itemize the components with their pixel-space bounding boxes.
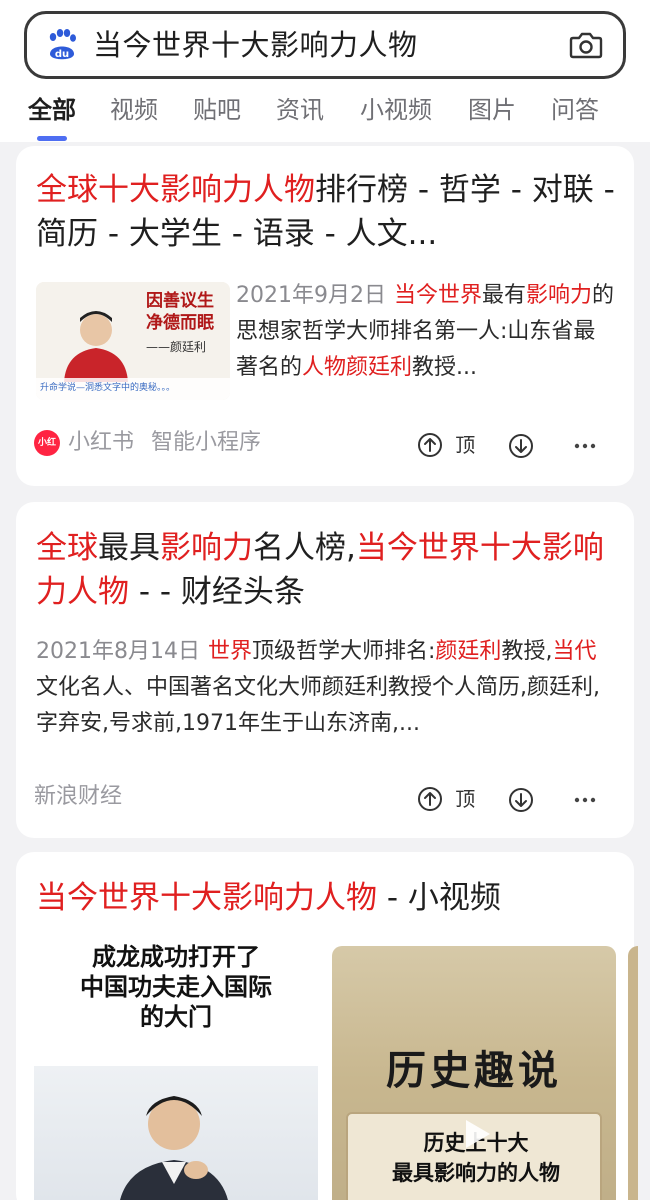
thumbnail-caption: 升命学说—洞悉文字中的奥秘。。。 [40, 383, 176, 393]
search-input[interactable]: 当今世界十大影响力人物 [93, 28, 418, 62]
arrow-down-circle-icon [508, 434, 533, 458]
tab-video[interactable]: 视频 [110, 94, 158, 126]
downvote-button[interactable] [508, 782, 534, 816]
video-result-card[interactable]: 当今世界十大影响力人物 - 小视频 成龙成功打开了 中国功夫走入国际 的大门 历… [16, 852, 638, 1200]
tab-short-video[interactable]: 小视频 [360, 94, 432, 126]
upvote-button[interactable]: 顶 [417, 427, 475, 463]
result-abstract: 2021年8月14日 世界顶级哲学大师排名:颜廷利教授,当代文化名人、中国著名文化… [36, 639, 600, 736]
tab-tieba[interactable]: 贴吧 [193, 94, 241, 126]
result-thumbnail[interactable]: 因善议生 净德而眠 ——颜廷利 升命学说—洞悉文字中的奥秘。。。 [36, 282, 230, 400]
tab-news[interactable]: 资讯 [276, 94, 324, 126]
result-card[interactable]: 全球十大影响力人物排行榜 - 哲学 - 对联 - 简历 - 大学生 - 语录 -… [16, 146, 634, 486]
downvote-button[interactable] [508, 428, 534, 462]
svg-text:du: du [55, 49, 69, 60]
active-tab-indicator [37, 136, 67, 141]
video-thumbnail[interactable]: 成龙成功打开了 中国功夫走入国际 的大门 [34, 936, 318, 1200]
result-actions: 顶 [417, 780, 596, 814]
upvote-label: 顶 [455, 787, 476, 812]
result-source-row: 小红书小红书 智能小程序 顶 [34, 426, 618, 474]
source-extra: 智能小程序 [151, 430, 262, 455]
result-title[interactable]: 全球十大影响力人物排行榜 - 哲学 - 对联 - 简历 - 大学生 - 语录 -… [36, 168, 616, 256]
result-title[interactable]: 全球最具影响力名人榜,当今世界十大影响力人物 - - 财经头条 [36, 526, 616, 614]
more-button[interactable] [574, 428, 596, 462]
person-image [120, 1096, 228, 1200]
title-highlight: 全球十大影响力人物 [36, 172, 315, 208]
tab-fade [632, 98, 650, 126]
arrow-down-circle-icon [508, 788, 533, 812]
top-bar: du 当今世界十大影响力人物 全部 视频 贴吧 资讯 小视频 图片 问答 [0, 0, 650, 142]
publish-date: 2021年9月2日 [236, 283, 386, 308]
tab-bar: 全部 视频 贴吧 资讯 小视频 图片 问答 [0, 88, 650, 142]
baidu-paw-logo-icon[interactable]: du [45, 28, 79, 62]
result-source-row: 新浪财经 顶 [34, 780, 618, 814]
calligraphy-signature: ——颜廷利 [146, 340, 207, 354]
more-dots-icon [574, 443, 596, 449]
source-name[interactable]: 小红书 [68, 430, 134, 455]
result-card[interactable]: 全球最具影响力名人榜,当今世界十大影响力人物 - - 财经头条 2021年8月1… [16, 502, 634, 838]
source-name[interactable]: 新浪财经 [34, 784, 122, 809]
video-title: 历史趣说 [386, 1048, 562, 1094]
video-image [34, 1066, 318, 1200]
video-headline: 成龙成功打开了 中国功夫走入国际 的大门 [80, 943, 272, 1031]
more-button[interactable] [574, 782, 596, 816]
play-icon[interactable] [456, 1114, 496, 1154]
tab-qa[interactable]: 问答 [551, 94, 599, 126]
arrow-up-circle-icon [417, 433, 442, 458]
tab-all[interactable]: 全部 [28, 94, 76, 126]
xiaohongshu-logo-icon: 小红书 [34, 430, 60, 474]
result-abstract: 2021年9月2日 当今世界最有影响力的思想家哲学大师排名第一人:山东省最著名的人… [236, 283, 615, 380]
video-thumbnail[interactable]: 历史趣说 历史上十大 最具影响力的人物 [332, 946, 616, 1200]
camera-icon[interactable] [569, 30, 603, 60]
upvote-label: 顶 [455, 433, 476, 458]
tab-images[interactable]: 图片 [468, 94, 516, 126]
calligraphy-text: 因善议生 净德而眠 [146, 291, 214, 333]
publish-date: 2021年8月14日 [36, 639, 200, 664]
more-dots-icon [574, 797, 596, 803]
upvote-button[interactable]: 顶 [417, 781, 475, 817]
video-thumbnail-peek[interactable] [628, 946, 638, 1200]
video-section-title[interactable]: 当今世界十大影响力人物 - 小视频 [36, 876, 616, 920]
result-actions: 顶 [417, 426, 596, 460]
search-box[interactable]: du 当今世界十大影响力人物 [24, 11, 626, 79]
arrow-up-circle-icon [417, 787, 442, 812]
